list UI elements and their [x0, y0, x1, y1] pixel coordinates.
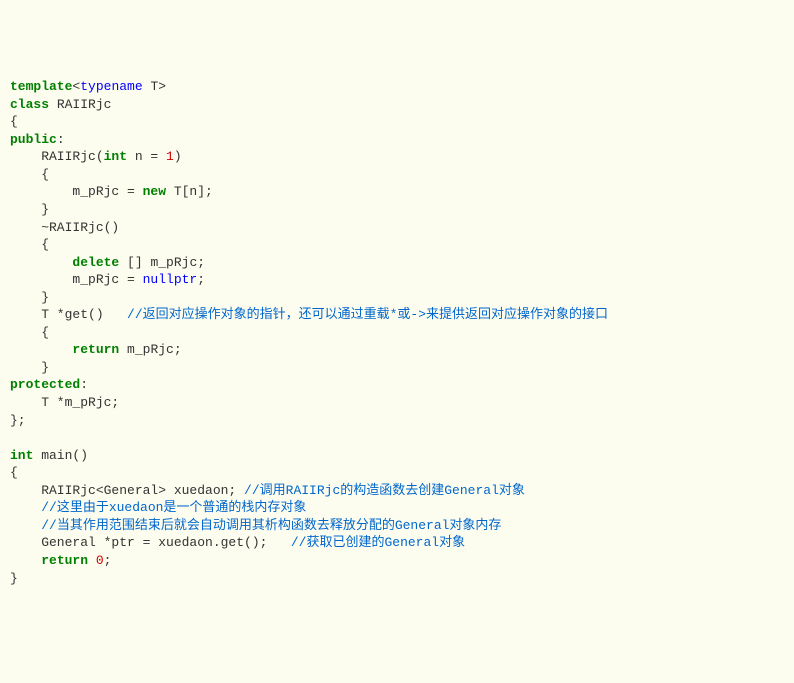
line-13: } — [10, 290, 49, 305]
ident: m_pRjc = — [10, 272, 143, 287]
keyword-return: return — [72, 342, 119, 357]
op: : — [80, 377, 88, 392]
line-27: General *ptr = xuedaon.get(); //获取已创建的Ge… — [10, 535, 465, 550]
keyword-nullptr: nullptr — [143, 272, 198, 287]
comment: //当其作用范围结束后就会自动调用其析构函数去释放分配的General对象内存 — [41, 518, 501, 533]
code-block: template<typename T> class RAIIRjc { pub… — [10, 78, 784, 587]
line-22: int main() — [10, 448, 88, 463]
line-3: { — [10, 114, 18, 129]
comment: //获取已创建的General对象 — [291, 535, 465, 550]
line-29: } — [10, 571, 18, 586]
ident — [10, 553, 41, 568]
ident: [] m_pRjc; — [119, 255, 205, 270]
line-15: { — [10, 325, 49, 340]
line-18: protected: — [10, 377, 88, 392]
keyword-typename: typename — [80, 79, 142, 94]
ident: RAIIRjc( — [10, 149, 104, 164]
ident: General *ptr = xuedaon.get(); — [10, 535, 291, 550]
line-1: template<typename T> — [10, 79, 166, 94]
ident: n = — [127, 149, 166, 164]
keyword-delete: delete — [72, 255, 119, 270]
line-24: RAIIRjc<General> xuedaon; //调用RAIIRjc的构造… — [10, 483, 525, 498]
line-2: class RAIIRjc — [10, 97, 111, 112]
keyword-return: return — [41, 553, 88, 568]
line-26: //当其作用范围结束后就会自动调用其析构函数去释放分配的General对象内存 — [10, 518, 501, 533]
line-6: { — [10, 167, 49, 182]
line-12: m_pRjc = nullptr; — [10, 272, 205, 287]
ident — [10, 255, 72, 270]
line-7: m_pRjc = new T[n]; — [10, 184, 213, 199]
line-23: { — [10, 465, 18, 480]
op: ; — [197, 272, 205, 287]
op: ; — [104, 553, 112, 568]
ident: m_pRjc; — [119, 342, 181, 357]
ident — [10, 342, 72, 357]
line-16: return m_pRjc; — [10, 342, 182, 357]
number: 1 — [166, 149, 174, 164]
line-10: { — [10, 237, 49, 252]
keyword-int: int — [104, 149, 127, 164]
ident: RAIIRjc — [49, 97, 111, 112]
line-4: public: — [10, 132, 65, 147]
ident: m_pRjc = — [10, 184, 143, 199]
ident — [10, 500, 41, 515]
op: ) — [174, 149, 182, 164]
ident — [10, 518, 41, 533]
ident — [88, 553, 96, 568]
line-8: } — [10, 202, 49, 217]
keyword-int: int — [10, 448, 33, 463]
keyword-public: public — [10, 132, 57, 147]
line-9: ~RAIIRjc() — [10, 220, 119, 235]
line-19: T *m_pRjc; — [10, 395, 119, 410]
ident: RAIIRjc<General> xuedaon; — [10, 483, 244, 498]
line-5: RAIIRjc(int n = 1) — [10, 149, 182, 164]
op: : — [57, 132, 65, 147]
number: 0 — [96, 553, 104, 568]
ident: main() — [33, 448, 88, 463]
line-11: delete [] m_pRjc; — [10, 255, 205, 270]
line-28: return 0; — [10, 553, 111, 568]
ident: T[n]; — [166, 184, 213, 199]
line-14: T *get() //返回对应操作对象的指针，还可以通过重载*或->来提供返回对… — [10, 307, 608, 322]
keyword-protected: protected — [10, 377, 80, 392]
line-17: } — [10, 360, 49, 375]
op: T> — [143, 79, 166, 94]
keyword-class: class — [10, 97, 49, 112]
comment: //返回对应操作对象的指针，还可以通过重载*或->来提供返回对应操作对象的接口 — [127, 307, 608, 322]
line-25: //这里由于xuedaon是一个普通的栈内存对象 — [10, 500, 306, 515]
comment: //调用RAIIRjc的构造函数去创建General对象 — [244, 483, 525, 498]
keyword-new: new — [143, 184, 166, 199]
comment: //这里由于xuedaon是一个普通的栈内存对象 — [41, 500, 306, 515]
line-20: }; — [10, 413, 26, 428]
ident: T *get() — [10, 307, 127, 322]
keyword-template: template — [10, 79, 72, 94]
